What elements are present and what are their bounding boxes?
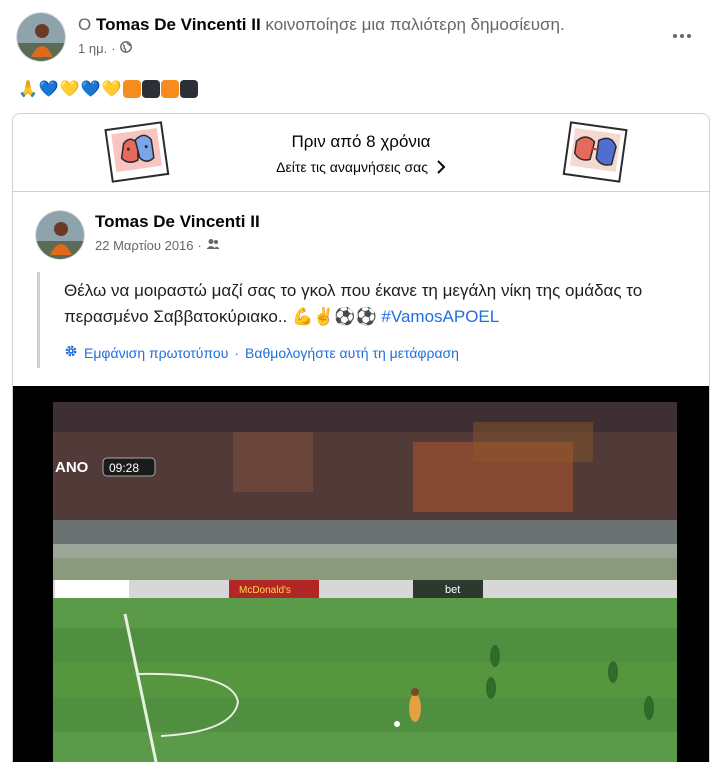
header-action: κοινοποίησε μια παλιότερη δημοσίευση. [265,15,565,34]
rate-translation-link[interactable]: Βαθμολογήστε αυτή τη μετάφραση [245,345,459,361]
black-square-emoji [141,80,160,98]
memory-banner[interactable]: Πριν από 8 χρόνια Δείτε τις αναμνήσεις σ… [13,114,709,192]
globe-icon[interactable] [119,41,132,56]
see-original-link[interactable]: Εμφάνιση πρωτοτύπου [84,345,228,361]
original-post-date[interactable]: 22 Μαρτίου 2016 [95,238,194,253]
header-prefix: Ο [78,15,92,34]
translation-controls: Εμφάνιση πρωτοτύπου · Βαθμολογήστε αυτή … [64,344,459,361]
post-emoji-line: 🙏 💙 💛 💙 💛 [18,78,198,100]
black-square-emoji [179,80,198,98]
more-options-button[interactable] [668,26,696,46]
post-header-text: Ο Tomas De Vincenti II κοινοποίησε μια π… [78,14,565,36]
post-header: Ο Tomas De Vincenti II κοινοποίησε μια π… [16,12,696,64]
original-author-name[interactable]: Tomas De Vincenti II [95,212,260,232]
video-player[interactable]: McDonald's bet ANO 09:28 [13,386,709,762]
ad-board-text: McDonald's [239,585,291,596]
video-frame: McDonald's bet ANO 09:28 [53,402,677,762]
emoji: 💙 [80,81,101,98]
more-dot [673,34,677,38]
emoji: 💙 [38,81,59,98]
separator: · [234,344,240,361]
author-avatar[interactable] [16,12,66,62]
friends-icon[interactable] [206,238,220,253]
meta-separator: · [111,41,116,56]
broadcast-logo-text: ANO [55,459,89,476]
match-clock: 09:28 [109,461,139,475]
see-memories-label: Δείτε τις αναμνήσεις σας [276,159,428,175]
original-author-avatar[interactable] [35,210,85,260]
meta-separator: · [197,238,202,253]
original-post-meta: 22 Μαρτίου 2016 · [95,238,220,253]
orange-square-emoji [122,80,141,98]
more-dot [680,34,684,38]
post-emojis: 💪✌️⚽⚽ [292,307,377,326]
more-dot [687,34,691,38]
memory-card: Πριν από 8 χρόνια Δείτε τις αναμνήσεις σ… [12,113,710,762]
emoji: 💛 [59,81,80,98]
translated-post-text: Θέλω να μοιραστώ μαζί σας το γκολ που έκ… [37,272,703,368]
post-time[interactable]: 1 ημ. [78,41,107,56]
author-name[interactable]: Tomas De Vincenti II [96,15,261,34]
chevron-right-icon [436,159,446,178]
post-body: Θέλω να μοιραστώ μαζί σας το γκολ που έκ… [64,272,709,330]
post-meta: 1 ημ. · [78,41,132,56]
emoji: 💛 [101,81,122,98]
emoji: 🙏 [18,81,38,98]
ad-board-text: bet [445,584,460,596]
gear-icon[interactable] [64,344,78,361]
hashtag-link[interactable]: #VamosAPOEL [381,307,499,326]
kiss-illustration-icon [561,120,629,186]
orange-square-emoji [160,80,179,98]
original-post-header: Tomas De Vincenti II 22 Μαρτίου 2016 · [35,210,695,262]
